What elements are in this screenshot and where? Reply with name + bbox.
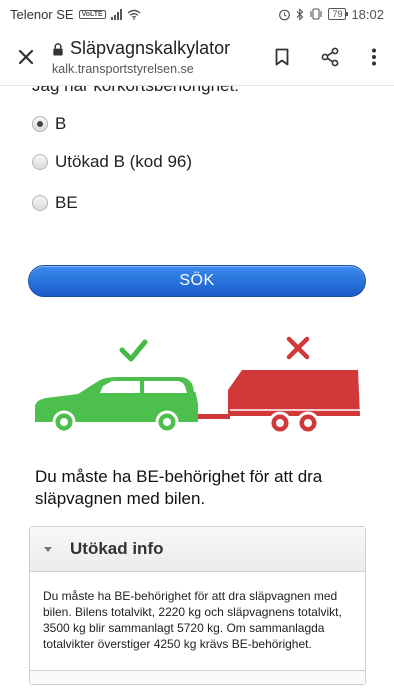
radio-button-b[interactable] — [32, 116, 48, 132]
radio-button-utokad-b[interactable] — [32, 154, 48, 170]
car-icon — [35, 377, 198, 434]
signal-icon — [110, 8, 122, 20]
alarm-icon — [279, 9, 291, 20]
result-message: Du måste ha BE-behörighet för att dra sl… — [35, 467, 323, 508]
close-icon — [18, 49, 34, 64]
bookmark-button[interactable] — [258, 48, 306, 66]
share-icon — [321, 47, 339, 66]
trailer-icon — [228, 370, 360, 435]
battery-icon: 79 — [328, 8, 349, 20]
accordion-body: Du måste ha BE-behörighet för att dra sl… — [30, 572, 365, 670]
more-options-button[interactable] — [354, 48, 394, 66]
bluetooth-icon — [297, 7, 304, 21]
cross-icon — [286, 336, 310, 360]
more-vert-icon — [372, 48, 376, 65]
page-url: kalk.transportstyrelsen.se — [52, 61, 194, 76]
radio-label-be: BE — [55, 193, 78, 212]
close-button[interactable] — [0, 49, 52, 65]
page-content[interactable]: Jag har körkortsbehörighet: B Utökad B (… — [0, 86, 394, 700]
accordion-title: Utökad info — [70, 539, 164, 558]
status-bar: Telenor SE VoLTE 79 18:02 — [0, 0, 394, 28]
bookmark-icon — [275, 48, 289, 65]
radio-button-be[interactable] — [32, 195, 48, 211]
vibrate-icon — [310, 8, 322, 20]
page-title-area[interactable]: Släpvagnskalkylator kalk.transportstyrel… — [52, 38, 258, 76]
check-icon — [119, 339, 148, 362]
license-question-label: Jag har körkortsbehörighet: — [32, 86, 239, 96]
share-button[interactable] — [306, 47, 354, 67]
accordion-next-section — [30, 670, 365, 684]
radio-option-be[interactable]: BE — [32, 193, 78, 213]
search-button[interactable]: SÖK — [28, 265, 366, 297]
browser-toolbar: Släpvagnskalkylator kalk.transportstyrel… — [0, 28, 394, 86]
volte-badge: VoLTE — [78, 9, 106, 19]
radio-option-utokad-b[interactable]: Utökad B (kod 96) — [32, 152, 192, 172]
lock-icon — [53, 42, 63, 56]
clock-time: 18:02 — [351, 6, 384, 22]
tow-bar — [198, 414, 230, 419]
radio-label-b: B — [55, 114, 67, 133]
car-trailer-illustration — [35, 336, 360, 435]
radio-option-b[interactable]: B — [32, 114, 66, 134]
wifi-icon — [127, 9, 141, 20]
radio-label-utokad-b: Utökad B (kod 96) — [55, 152, 193, 171]
carrier-name: Telenor SE — [10, 6, 74, 22]
caret-down-icon — [44, 546, 52, 552]
accordion-header[interactable]: Utökad info — [30, 527, 365, 572]
extended-info-accordion: Utökad info Du måste ha BE-behörighet fö… — [29, 526, 366, 685]
page-title: Släpvagnskalkylator — [70, 37, 231, 58]
